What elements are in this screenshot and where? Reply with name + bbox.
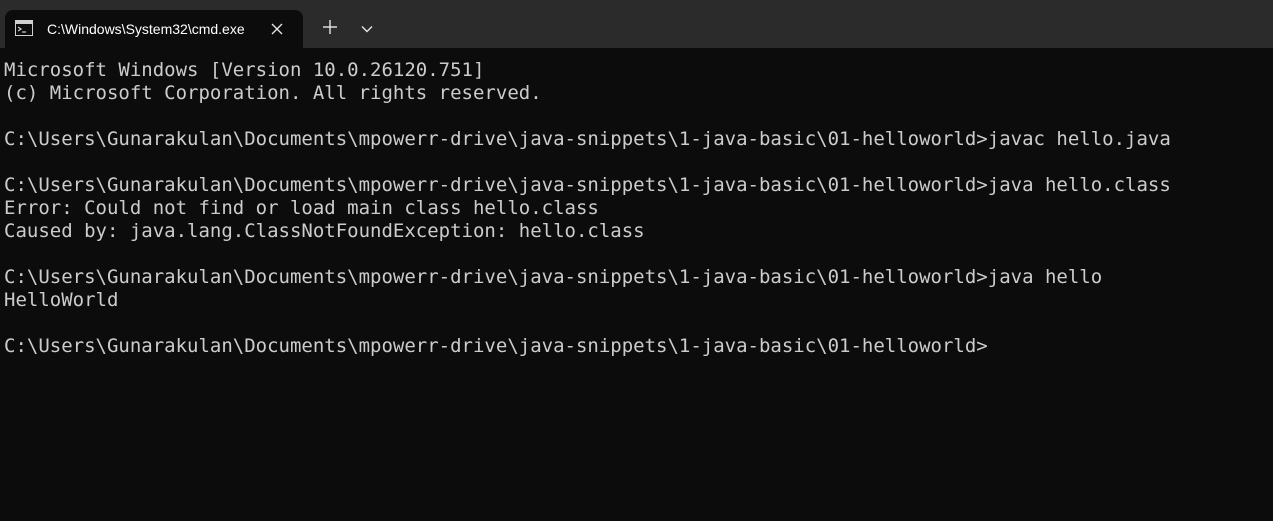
console-line: (c) Microsoft Corporation. All rights re… [4, 82, 542, 104]
console-line: C:\Users\Gunarakulan\Documents\mpowerr-d… [4, 128, 1171, 150]
console-line: HelloWorld [4, 289, 119, 311]
terminal-icon [15, 20, 33, 36]
console-lines: Microsoft Windows [Version 10.0.26120.75… [4, 59, 1171, 358]
console-line: Error: Could not find or load main class… [4, 197, 599, 219]
console-line: Microsoft Windows [Version 10.0.26120.75… [4, 59, 485, 81]
console-line: Caused by: java.lang.ClassNotFoundExcept… [4, 220, 645, 242]
tab-bar: C:\Windows\System32\cmd.exe [0, 0, 1273, 48]
chevron-down-icon [361, 20, 373, 38]
terminal-window: C:\Windows\System32\cmd.exe Microsoft Wi… [0, 0, 1273, 521]
plus-icon [323, 19, 337, 39]
tab-dropdown-button[interactable] [352, 14, 382, 44]
console-line: C:\Users\Gunarakulan\Documents\mpowerr-d… [4, 266, 1103, 288]
console-line: C:\Users\Gunarakulan\Documents\mpowerr-d… [4, 174, 1171, 196]
close-icon[interactable] [265, 17, 289, 41]
new-tab-button[interactable] [312, 14, 348, 44]
tab-cmd[interactable]: C:\Windows\System32\cmd.exe [5, 10, 303, 48]
tab-title: C:\Windows\System32\cmd.exe [47, 21, 245, 37]
console-line: C:\Users\Gunarakulan\Documents\mpowerr-d… [4, 335, 988, 357]
console-output[interactable]: Microsoft Windows [Version 10.0.26120.75… [0, 48, 1273, 521]
